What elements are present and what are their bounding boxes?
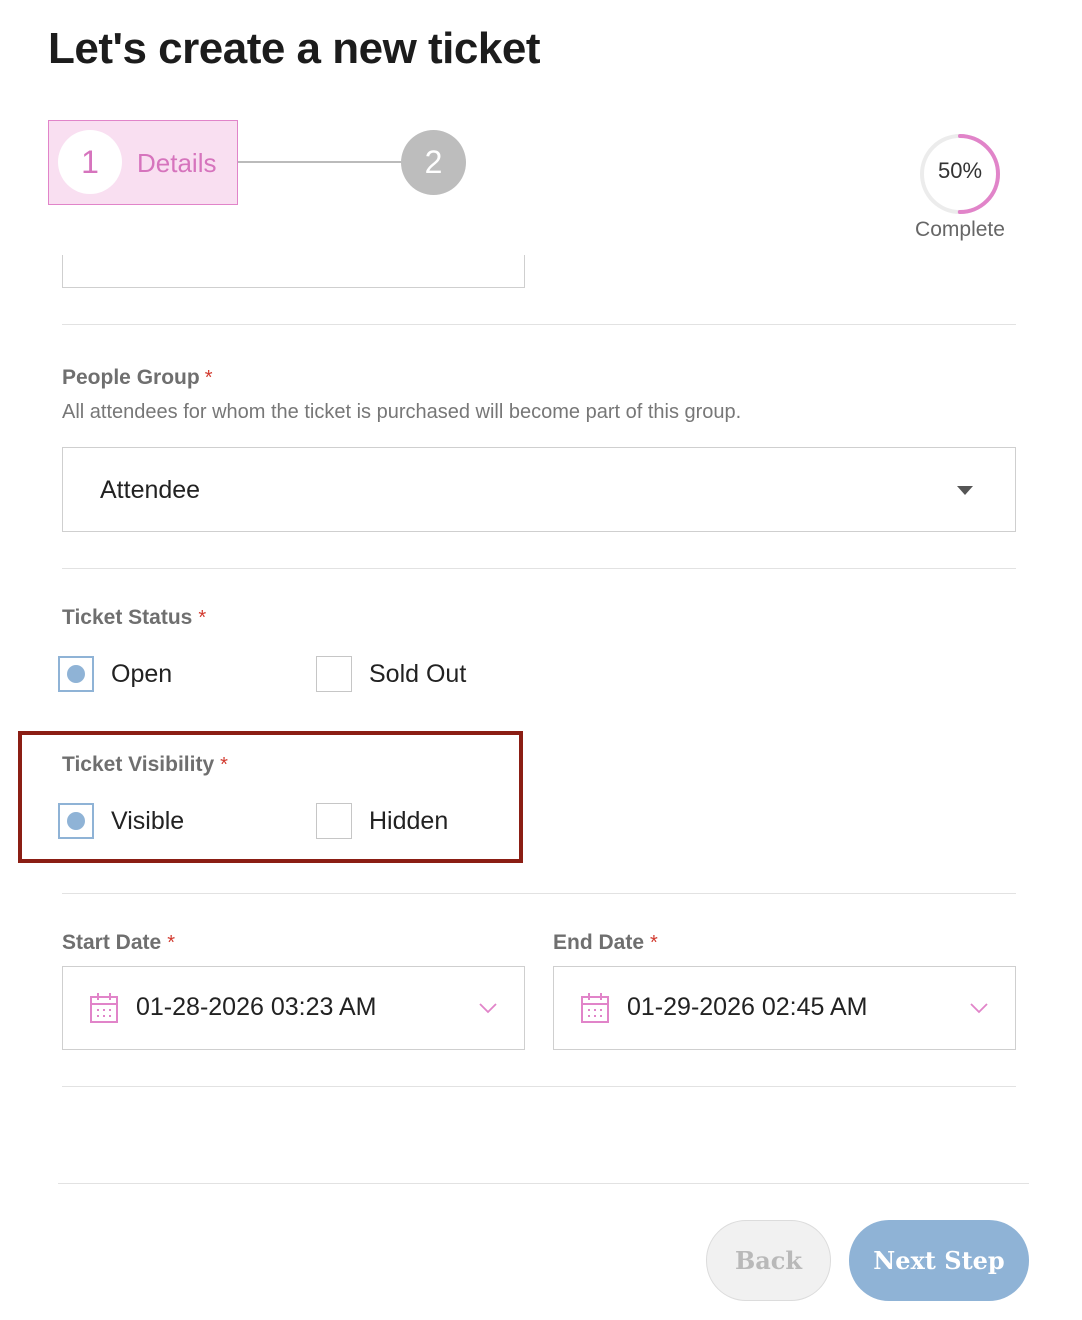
end-date-picker[interactable]: 01-29-2026 02:45 AM: [553, 966, 1016, 1050]
status-option-label: Sold Out: [369, 659, 467, 688]
radio-checked[interactable]: [58, 656, 94, 692]
section-divider: [62, 324, 1016, 325]
people-group-selected: Attendee: [100, 476, 201, 504]
people-group-help: All attendees for whom the ticket is pur…: [62, 401, 742, 423]
chevron-down-icon[interactable]: [969, 1001, 989, 1015]
required-mark: *: [204, 367, 213, 389]
calendar-icon: [90, 993, 118, 1023]
highlight-box: [18, 731, 523, 863]
radio-dot: [67, 812, 85, 830]
section-divider: [62, 1086, 1016, 1087]
section-divider: [62, 568, 1016, 569]
caret-down-icon: [957, 486, 973, 495]
visibility-option-label: Visible: [111, 806, 185, 835]
calendar-icon: [581, 993, 609, 1023]
start-date-label: Start Date *: [62, 931, 175, 955]
start-date-picker[interactable]: 01-28-2026 03:23 AM: [62, 966, 525, 1050]
section-divider: [62, 893, 1016, 894]
status-option-sold-out[interactable]: Sold Out: [316, 656, 466, 692]
status-option-open[interactable]: Open: [58, 656, 172, 692]
people-group-label: People Group *: [62, 366, 212, 390]
radio-checked[interactable]: [58, 803, 94, 839]
radio-unchecked[interactable]: [316, 656, 352, 692]
end-date-label-text: End Date: [553, 931, 645, 954]
visibility-option-visible[interactable]: Visible: [58, 803, 184, 839]
start-date-value: 01-28-2026 03:23 AM: [136, 993, 377, 1021]
chevron-down-icon[interactable]: [478, 1001, 498, 1015]
people-group-select[interactable]: Attendee: [62, 447, 1016, 532]
previous-field-input[interactable]: [62, 255, 525, 288]
progress-percentage: 50%: [937, 158, 983, 183]
step-1-number: 1: [58, 130, 122, 194]
ticket-visibility-label: Ticket Visibility *: [62, 753, 228, 777]
step-2-number[interactable]: 2: [401, 130, 466, 195]
next-step-button[interactable]: Next Step: [849, 1220, 1029, 1301]
visibility-option-label: Hidden: [369, 806, 449, 835]
required-mark: *: [198, 607, 207, 629]
step-1-label: Details: [137, 148, 217, 178]
radio-unchecked[interactable]: [316, 803, 352, 839]
progress-label: Complete: [915, 218, 1005, 241]
ticket-status-label-text: Ticket Status: [62, 606, 193, 629]
required-mark: *: [167, 932, 175, 954]
footer-divider: [58, 1183, 1029, 1184]
ticket-visibility-label-text: Ticket Visibility: [62, 753, 215, 776]
back-button[interactable]: Back: [706, 1220, 831, 1301]
create-ticket-page: Let's create a new ticket 1 Details 2 50…: [0, 0, 1082, 1320]
radio-dot: [67, 665, 85, 683]
end-date-label: End Date *: [553, 931, 658, 955]
start-date-label-text: Start Date: [62, 931, 162, 954]
visibility-option-hidden[interactable]: Hidden: [316, 803, 448, 839]
end-date-value: 01-29-2026 02:45 AM: [627, 993, 868, 1021]
required-mark: *: [220, 754, 228, 776]
required-mark: *: [650, 932, 658, 954]
ticket-status-label: Ticket Status *: [62, 606, 206, 630]
status-option-label: Open: [111, 659, 173, 688]
page-title: Let's create a new ticket: [48, 24, 540, 73]
step-connector: [238, 161, 402, 163]
people-group-label-text: People Group: [62, 366, 200, 389]
